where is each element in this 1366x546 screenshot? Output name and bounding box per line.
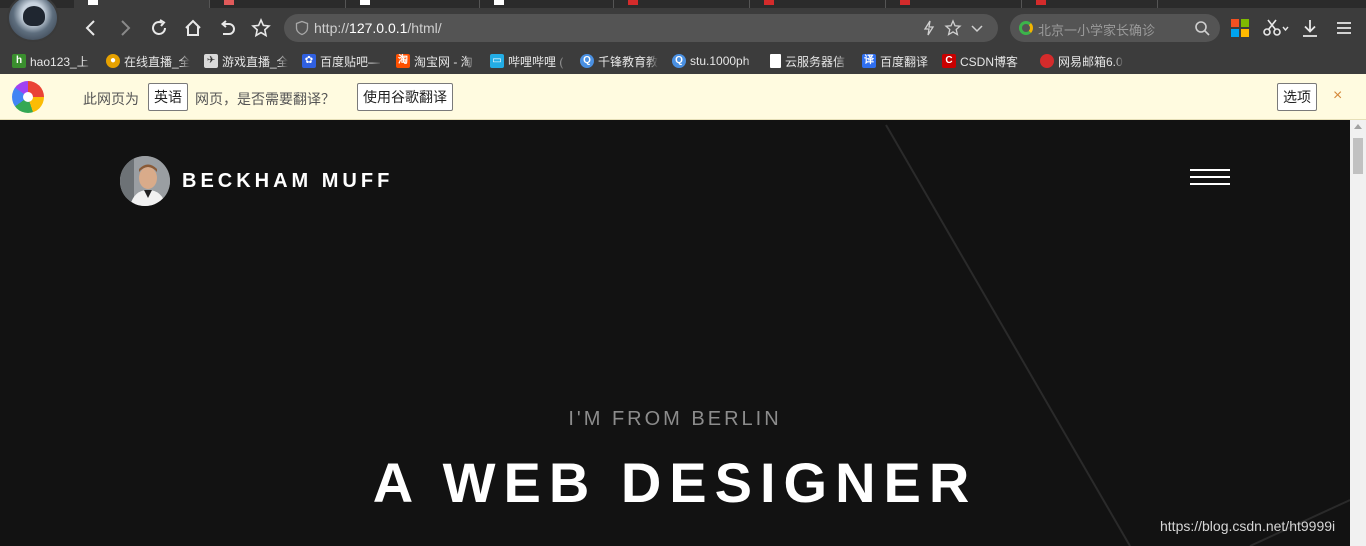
bilibili-icon: ▭ bbox=[490, 54, 504, 68]
tab-video[interactable] bbox=[210, 0, 346, 8]
search-icon[interactable] bbox=[1194, 20, 1210, 36]
game-icon: ✈ bbox=[204, 54, 218, 68]
shield-icon bbox=[295, 20, 309, 36]
csdn-icon: C bbox=[942, 54, 956, 68]
lightning-icon[interactable] bbox=[920, 19, 938, 37]
menu-icon[interactable] bbox=[1334, 18, 1354, 38]
bookmark-cloud-server[interactable]: 云服务器信 bbox=[770, 53, 848, 69]
options-button[interactable]: 选项 bbox=[1277, 83, 1317, 111]
search-input[interactable]: 北京一小学家长确诊 bbox=[1038, 20, 1155, 39]
bookmark-qianfeng[interactable]: Q 千锋教育教 bbox=[580, 53, 658, 69]
address-bar[interactable]: http://127.0.0.1/html/ bbox=[284, 14, 998, 42]
stu-icon: Q bbox=[672, 54, 686, 68]
scroll-thumb[interactable] bbox=[1353, 138, 1363, 174]
url-text[interactable]: http://127.0.0.1/html/ bbox=[314, 20, 442, 36]
tab-csdn-3[interactable] bbox=[886, 0, 1022, 8]
tab-nginx[interactable] bbox=[346, 0, 480, 8]
hamburger-line bbox=[1190, 183, 1230, 185]
bookmark-game[interactable]: ✈ 游戏直播_全 bbox=[204, 53, 288, 69]
tab-strip bbox=[0, 0, 1366, 8]
chevron-right-icon bbox=[121, 20, 131, 36]
bookmark-baidu-translate[interactable]: 译百度翻译 bbox=[862, 53, 930, 69]
language-select[interactable]: 英语 bbox=[148, 83, 188, 111]
bookmarks-bar: h hao123_上 ● 在线直播_全 ✈ 游戏直播_全 ✿ 百度贴吧— 淘淘宝网 - … bbox=[0, 48, 1366, 74]
home-button[interactable] bbox=[180, 16, 206, 40]
tab-beckham[interactable] bbox=[74, 0, 210, 8]
undo-close-button[interactable] bbox=[214, 16, 240, 40]
hero-headline: A WEB DESIGNER bbox=[372, 451, 978, 514]
home-icon bbox=[185, 19, 201, 36]
forward-button[interactable] bbox=[112, 16, 138, 40]
brand[interactable]: BECKHAM MUFF bbox=[120, 156, 393, 206]
hamburger-line bbox=[1190, 169, 1230, 171]
tab-csdn-1[interactable] bbox=[614, 0, 750, 8]
back-button[interactable] bbox=[78, 16, 104, 40]
reload-button[interactable] bbox=[146, 16, 172, 40]
bookmark-star-button[interactable] bbox=[248, 16, 274, 40]
translate-prompt-after: 网页，是否需要翻译？ bbox=[195, 91, 335, 107]
tieba-icon: ✿ bbox=[302, 54, 316, 68]
scroll-up-arrow-icon[interactable] bbox=[1354, 124, 1362, 129]
favorite-star-icon[interactable] bbox=[944, 19, 962, 37]
google-translate-button[interactable]: 使用谷歌翻译 bbox=[357, 83, 453, 111]
translate-bar: 此网页为 英语 网页，是否需要翻译？ 使用谷歌翻译 选项 × bbox=[0, 74, 1366, 120]
avatar-portrait-icon bbox=[120, 156, 170, 206]
qianfeng-icon: Q bbox=[580, 54, 594, 68]
bookmark-live[interactable]: ● 在线直播_全 bbox=[106, 53, 190, 69]
page-scrollbar[interactable] bbox=[1350, 120, 1366, 546]
close-icon[interactable]: × bbox=[1333, 87, 1342, 105]
hamburger-menu-icon[interactable] bbox=[1190, 169, 1230, 187]
doc-icon bbox=[770, 54, 781, 68]
bookmark-taobao[interactable]: 淘淘宝网 - 淘 bbox=[396, 53, 476, 69]
netease-icon bbox=[1040, 54, 1054, 68]
bookmark-stu1000ph[interactable]: Qstu.1000ph bbox=[672, 53, 756, 69]
tab-csdn-4[interactable] bbox=[1022, 0, 1158, 8]
page-hero: BECKHAM MUFF I'M FROM BERLIN A WEB DESIG… bbox=[0, 120, 1350, 546]
hamburger-line bbox=[1190, 176, 1230, 178]
tab-linux[interactable] bbox=[480, 0, 614, 8]
bookmark-tieba[interactable]: ✿ 百度贴吧— bbox=[302, 53, 382, 69]
search-box[interactable]: 北京一小学家长确诊 bbox=[1010, 14, 1220, 42]
avatar bbox=[120, 156, 170, 206]
chevron-left-icon bbox=[85, 20, 95, 36]
brand-name: BECKHAM MUFF bbox=[182, 169, 394, 192]
tab-csdn-2[interactable] bbox=[750, 0, 886, 8]
translate-icon: 译 bbox=[862, 54, 876, 68]
undo-icon bbox=[220, 20, 235, 35]
star-icon bbox=[251, 18, 271, 38]
bookmark-hao123[interactable]: h hao123_上 bbox=[12, 53, 92, 69]
apps-grid-icon[interactable] bbox=[1230, 18, 1250, 38]
reload-icon bbox=[152, 19, 166, 35]
live-icon: ● bbox=[106, 54, 120, 68]
translate-logo-icon bbox=[12, 81, 44, 113]
bookmark-netease-mail[interactable]: 网易邮箱6.0 bbox=[1040, 53, 1124, 69]
search-engine-icon bbox=[1019, 21, 1033, 35]
chevron-down-icon[interactable] bbox=[968, 19, 986, 37]
scissors-icon[interactable] bbox=[1262, 18, 1290, 38]
browser-toolbar: http://127.0.0.1/html/ 北京一小学家长确诊 bbox=[0, 8, 1366, 48]
translate-prompt-before: 此网页为 bbox=[83, 91, 139, 107]
taobao-icon: 淘 bbox=[396, 54, 410, 68]
hao123-icon: h bbox=[12, 54, 26, 68]
hero-subtitle: I'M FROM BERLIN bbox=[568, 408, 782, 430]
download-icon[interactable] bbox=[1300, 18, 1320, 38]
bookmark-csdn[interactable]: C CSDN博客 bbox=[942, 53, 1024, 69]
bookmark-bilibili[interactable]: ▭ 哔哩哔哩 ( bbox=[490, 53, 566, 69]
watermark: https://blog.csdn.net/ht9999i bbox=[1160, 518, 1336, 534]
